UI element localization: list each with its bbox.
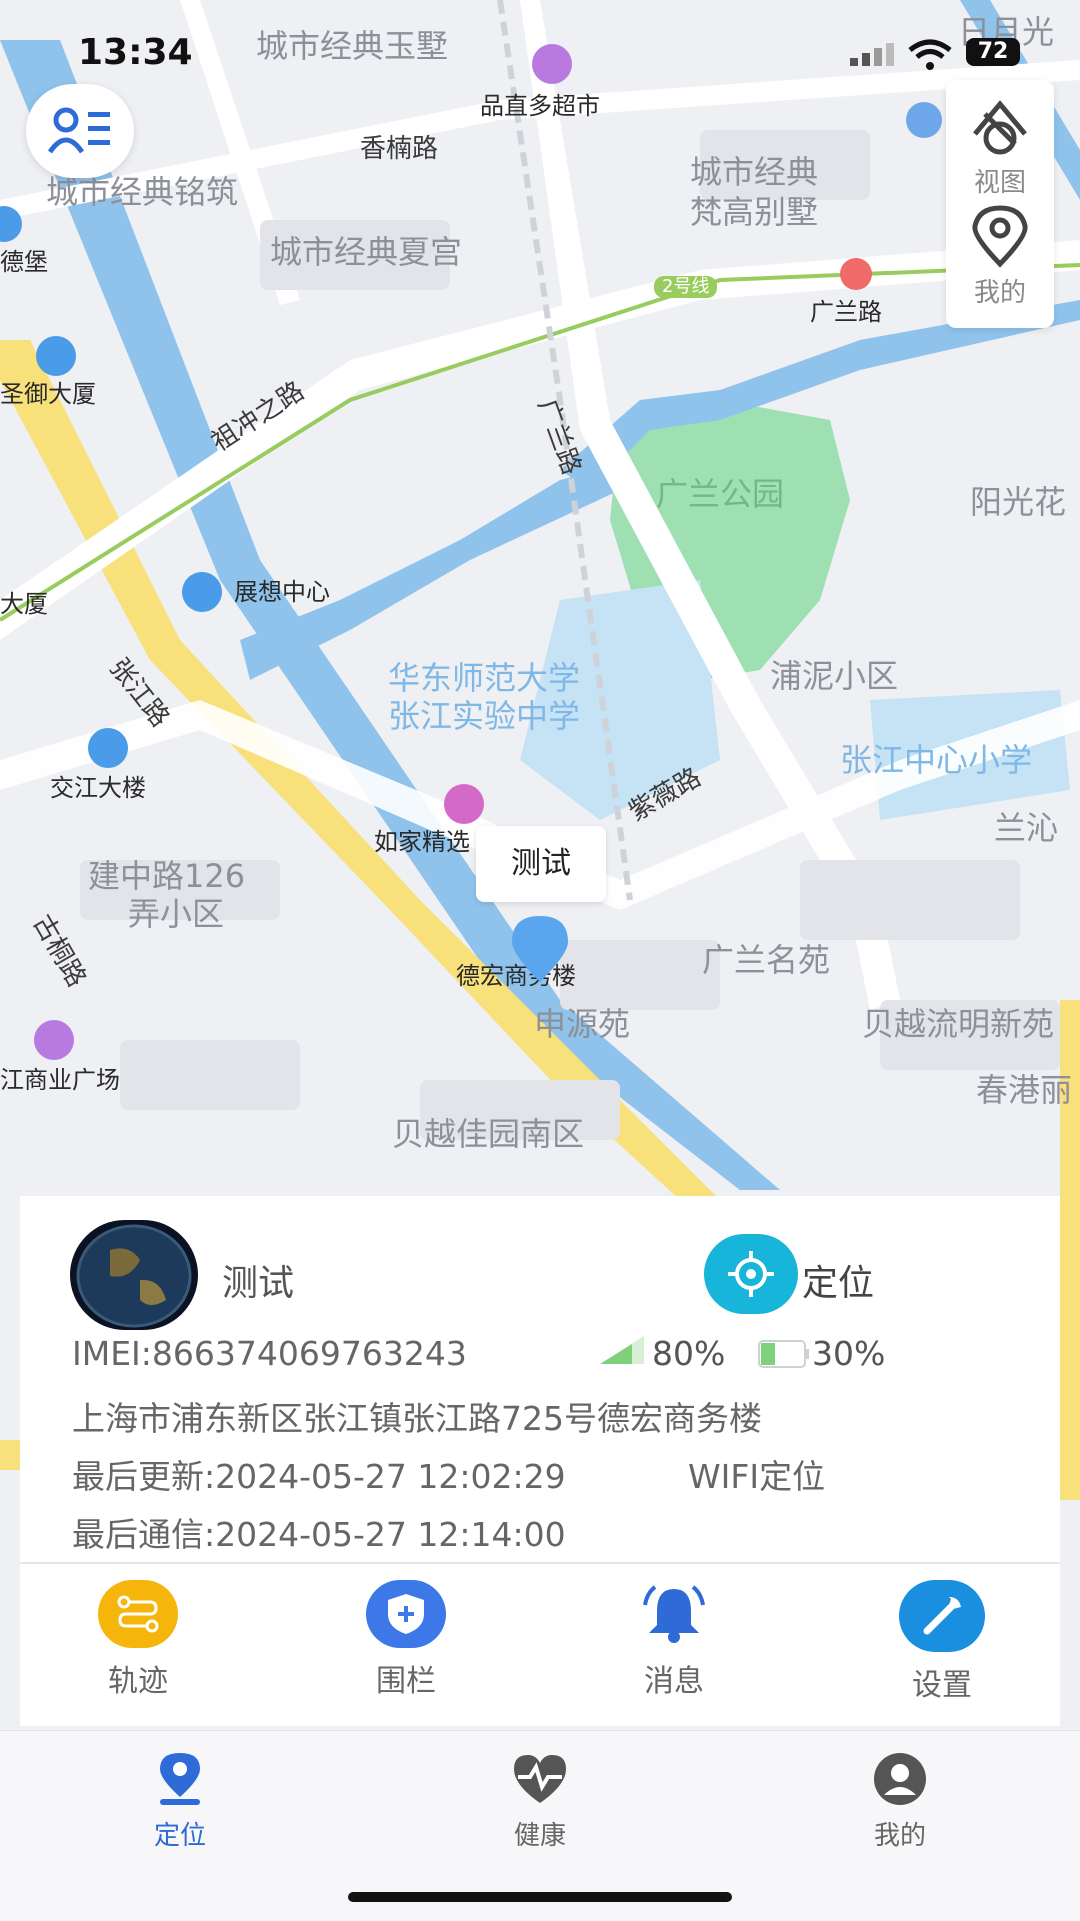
location-type-text: WIFI定位 xyxy=(688,1457,826,1496)
map-label: 梵高别墅 xyxy=(690,193,819,231)
wifi-icon xyxy=(908,39,952,70)
signal-strength-icon xyxy=(600,1336,644,1364)
location-tab-icon xyxy=(160,1753,200,1805)
map-label: 广兰路 xyxy=(810,298,882,326)
message-label: 消息 xyxy=(644,1664,704,1699)
settings-button[interactable]: 设置 xyxy=(872,1580,1012,1704)
wrench-icon xyxy=(923,1597,961,1635)
map-label: 春港丽 xyxy=(976,1071,1073,1109)
location-pin-icon xyxy=(972,205,1028,268)
earth-avatar-icon xyxy=(70,1220,198,1330)
map-label: 城市经典铭筑 xyxy=(46,173,239,211)
card-divider xyxy=(20,1562,1060,1564)
route-icon xyxy=(117,1595,159,1633)
shield-icon xyxy=(388,1594,424,1634)
settings-label: 设置 xyxy=(912,1668,972,1703)
tab-mine[interactable]: 我的 xyxy=(820,1751,980,1852)
map-label: 大厦 xyxy=(0,590,48,618)
map-label: 香楠路 xyxy=(360,134,439,164)
contacts-button[interactable] xyxy=(26,84,134,178)
map-label: 兰沁 xyxy=(994,809,1059,847)
map-control-panel: 视图 我的 xyxy=(946,80,1054,328)
map-label: 如家精选 xyxy=(374,828,470,856)
locate-button[interactable] xyxy=(704,1234,798,1314)
tab-health-label: 健康 xyxy=(513,1821,566,1851)
battery-indicator: 72 xyxy=(966,38,1020,66)
heart-pulse-icon xyxy=(514,1755,566,1803)
map-label: 阳光花 xyxy=(970,483,1067,521)
map-label: 弄小区 xyxy=(128,895,225,933)
view-button[interactable]: 视图 xyxy=(946,94,1054,199)
map-label: 城市经典 xyxy=(690,153,819,191)
map-label: 贝越流明新苑 xyxy=(862,1005,1055,1043)
map-label: 建中路126 xyxy=(88,857,246,895)
map-label: 圣御大厦 xyxy=(0,380,96,408)
tab-locate-label: 定位 xyxy=(153,1821,206,1851)
map-label: 德堡 xyxy=(0,248,48,276)
device-marker-pin-icon[interactable] xyxy=(510,914,570,984)
map-label: 张江中心小学 xyxy=(840,741,1033,779)
device-avatar[interactable] xyxy=(70,1220,198,1330)
device-info-card: 测试 定位 IMEI:866374069763243 80% 30% 上海市浦东… xyxy=(20,1196,1060,1726)
tab-locate[interactable]: 定位 xyxy=(100,1751,260,1852)
map-label: 城市经典夏宫 xyxy=(270,233,463,271)
last-comm-text: 最后通信:2024-05-27 12:14:00 xyxy=(72,1515,566,1554)
map-label: 交江大楼 xyxy=(50,774,146,802)
map-label: 浦泥小区 xyxy=(770,657,899,695)
device-name: 测试 xyxy=(222,1263,295,1304)
fence-button[interactable]: 围栏 xyxy=(336,1580,476,1700)
bell-icon xyxy=(643,1585,705,1643)
mine-label: 我的 xyxy=(973,278,1026,308)
contacts-list-icon xyxy=(48,107,110,154)
battery-percent: 30% xyxy=(812,1334,886,1373)
tab-mine-label: 我的 xyxy=(873,1821,926,1851)
metro-line-badge: 2号线 xyxy=(654,276,718,298)
address-text: 上海市浦东新区张江镇张江路725号德宏商务楼 xyxy=(72,1399,762,1438)
map-label: 华东师范大学 xyxy=(388,659,581,697)
imei-text: IMEI:866374069763243 xyxy=(72,1334,467,1373)
map-label: 张江实验中学 xyxy=(388,697,581,735)
signal-percent: 80% xyxy=(652,1334,726,1373)
locate-label[interactable]: 定位 xyxy=(802,1254,874,1306)
map-label: 江商业广场 xyxy=(0,1066,120,1094)
device-marker-label[interactable]: 测试 xyxy=(476,826,606,902)
status-bar: 13:34 72 xyxy=(0,0,1080,100)
status-time: 13:34 xyxy=(78,32,193,73)
cell-signal-icon xyxy=(850,43,894,66)
profile-icon xyxy=(874,1753,926,1805)
track-label: 轨迹 xyxy=(108,1664,168,1699)
battery-level-icon xyxy=(758,1340,809,1368)
map-label: 展想中心 xyxy=(234,578,330,606)
tab-health[interactable]: 健康 xyxy=(460,1751,620,1852)
map-label: 广兰公园 xyxy=(656,475,785,513)
map-label: 贝越佳园南区 xyxy=(392,1115,585,1153)
view-label: 视图 xyxy=(973,168,1026,198)
track-button[interactable]: 轨迹 xyxy=(68,1580,208,1700)
last-update-text: 最后更新:2024-05-27 12:02:29 xyxy=(72,1457,566,1496)
map-view-icon xyxy=(973,100,1027,155)
mine-button[interactable]: 我的 xyxy=(946,204,1054,309)
map-label: 申源苑 xyxy=(534,1005,631,1043)
crosshair-icon xyxy=(728,1251,774,1297)
message-button[interactable]: 消息 xyxy=(604,1580,744,1700)
fence-label: 围栏 xyxy=(376,1664,436,1699)
home-indicator xyxy=(348,1892,732,1902)
map-label: 广兰名苑 xyxy=(702,941,831,979)
